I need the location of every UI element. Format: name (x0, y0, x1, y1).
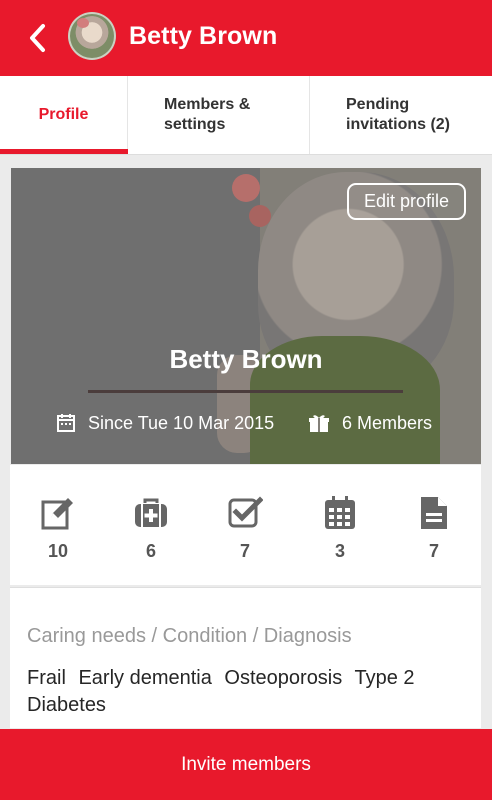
back-arrow-icon[interactable] (24, 18, 58, 58)
app-bar: Betty Brown (0, 0, 492, 76)
edit-icon (41, 498, 73, 530)
tab-members-settings[interactable]: Members & settings (128, 76, 310, 154)
need-tag: Diabetes (27, 694, 106, 716)
calendar-icon (325, 496, 355, 529)
need-tag: Type 2 (354, 667, 415, 689)
since-date-text: Since Tue 10 Mar 2015 (88, 412, 275, 433)
profile-name: Betty Brown (169, 344, 323, 374)
need-tag: Early dementia (78, 667, 212, 689)
stat-tasks[interactable]: 7 (213, 495, 277, 562)
tab-pending-invitations[interactable]: Pending invitations (2) (310, 76, 492, 154)
members-count: 6 Members (308, 407, 432, 439)
caring-needs-title: Caring needs / Condition / Diagnosis (27, 625, 352, 647)
tab-members-settings-label: Members & settings (164, 95, 250, 135)
caring-needs-card: Caring needs / Condition / Diagnosis Fra… (10, 587, 481, 728)
tab-pending-invitations-line1: Pending (346, 96, 410, 113)
since-date: Since Tue 10 Mar 2015 (56, 407, 274, 439)
stat-notes[interactable]: 10 (26, 495, 90, 562)
edit-profile-button[interactable]: Edit profile (347, 183, 466, 220)
profile-name-divider (88, 390, 403, 393)
gift-icon (309, 415, 329, 432)
tab-bar: Profile Members & settings Pending invit… (0, 76, 492, 155)
calendar-icon (57, 414, 75, 432)
members-count-text: 6 Members (342, 412, 433, 433)
tab-pending-invitations-line2: invitations (2) (346, 116, 451, 133)
active-tab-indicator (0, 149, 128, 154)
tab-profile[interactable]: Profile (0, 76, 128, 154)
medical-kit-icon (135, 498, 167, 527)
stat-calendar-value: 3 (334, 541, 345, 561)
profile-photo-flower (249, 205, 271, 227)
tab-pending-invitations-label: Pending invitations (2) (346, 95, 450, 135)
stat-calendar[interactable]: 3 (308, 495, 372, 562)
caring-needs-tags: Frail Early dementia Osteoporosis Type 2… (27, 665, 467, 719)
profile-photo-flower (232, 174, 260, 202)
stat-documents[interactable]: 7 (402, 495, 466, 562)
page-title: Betty Brown (129, 22, 278, 50)
need-tag: Frail (27, 667, 66, 689)
stats-card: 10 6 7 3 7 (10, 465, 481, 585)
stat-documents-value: 7 (428, 541, 439, 561)
need-tag: Osteoporosis (224, 667, 343, 689)
avatar (68, 12, 116, 60)
invite-members-button[interactable]: Invite members (0, 729, 492, 800)
stat-medical[interactable]: 6 (119, 495, 183, 562)
stat-medical-value: 6 (145, 541, 156, 561)
tab-profile-label: Profile (38, 106, 89, 123)
stat-notes-value: 10 (47, 541, 69, 561)
stat-tasks-value: 7 (239, 541, 250, 561)
document-icon (421, 497, 447, 529)
tab-members-settings-line1: Members & (164, 96, 251, 113)
tab-members-settings-line2: settings (164, 116, 226, 133)
checkbox-icon (228, 496, 264, 528)
